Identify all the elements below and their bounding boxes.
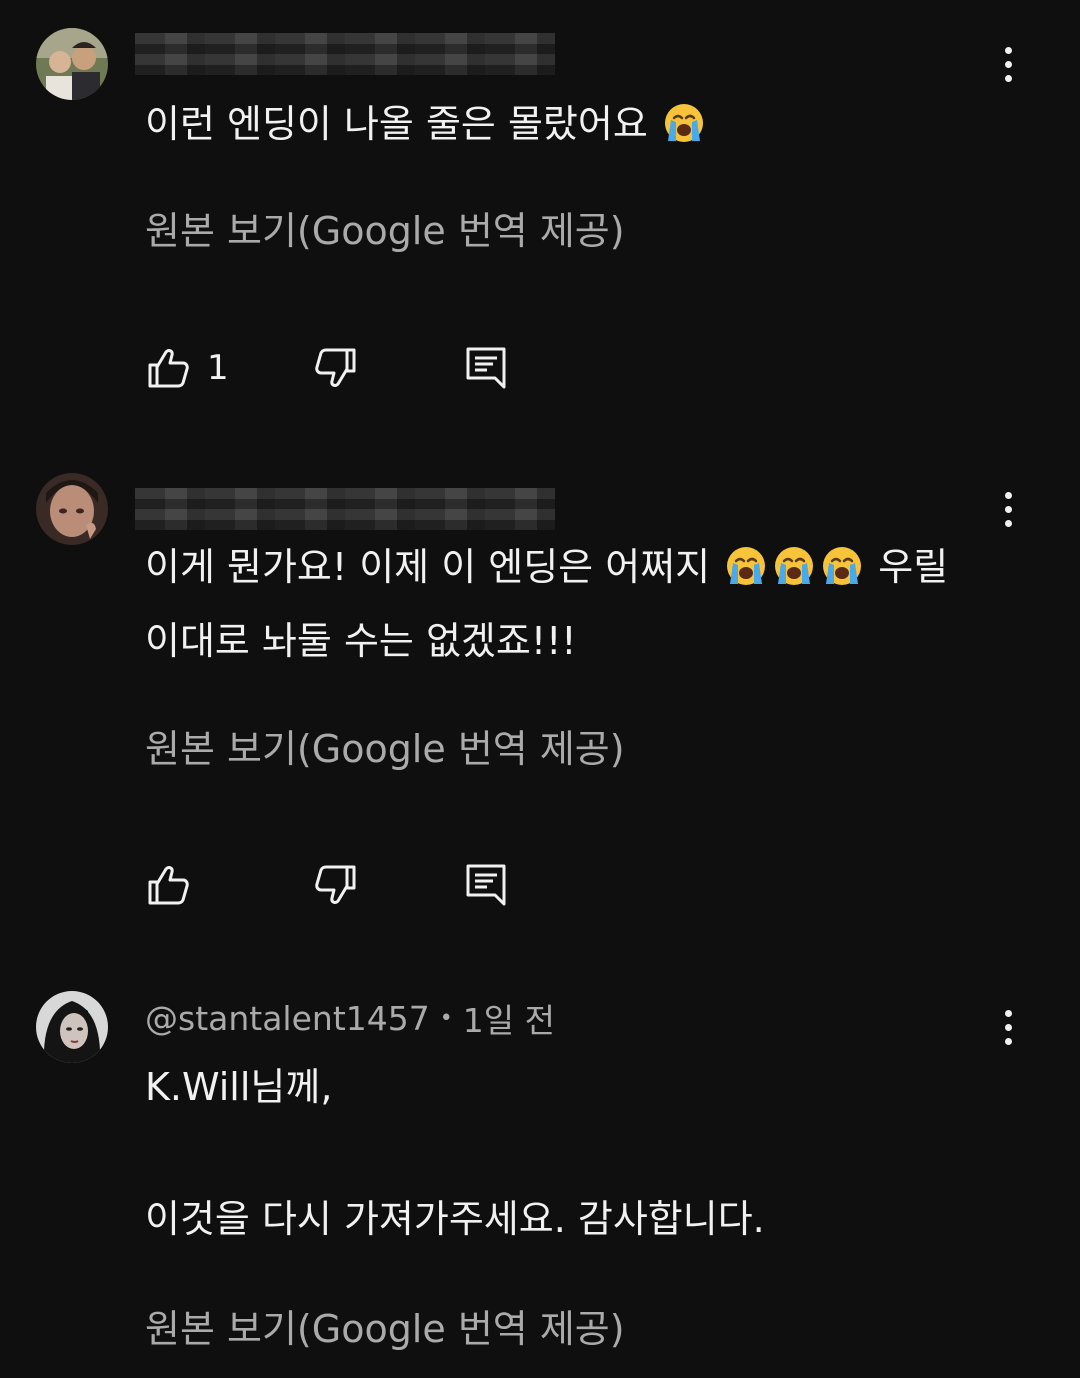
thumbs-up-icon	[145, 862, 191, 908]
avatar[interactable]	[36, 28, 108, 100]
avatar[interactable]	[36, 991, 108, 1063]
comment-text-line-1: 이게 뭔가요! 이제 이 엔딩은 어쩌지 우릴	[145, 544, 949, 589]
comment-header: @stantalent1457 • 1일 전	[145, 996, 555, 1041]
more-vertical-icon	[1004, 491, 1012, 499]
comment-text-line-1: K.Will님께,	[145, 1065, 333, 1109]
more-options-button[interactable]	[992, 485, 1024, 533]
reply-button[interactable]	[463, 861, 509, 909]
loudly-crying-face-emoji	[662, 101, 706, 145]
like-button[interactable]	[145, 861, 191, 909]
comment-text-line-2: 이것을 다시 가져가주세요. 감사합니다.	[145, 1197, 765, 1241]
comment-thread-1: 이런 엔딩이 나올 줄은 몰랐어요 원본 보기(Google 번역 제공) 1	[0, 0, 1080, 430]
comment-timestamp: 1일 전	[462, 1001, 555, 1040]
comment-actions	[145, 861, 545, 909]
avatar[interactable]	[36, 473, 108, 545]
more-options-button[interactable]	[992, 40, 1024, 88]
reply-comment-icon	[463, 345, 509, 391]
see-original-translation-link[interactable]: 원본 보기(Google 번역 제공)	[145, 718, 625, 773]
reply-comment-icon	[463, 862, 509, 908]
see-original-translation-link[interactable]: 원본 보기(Google 번역 제공)	[145, 1298, 625, 1353]
see-original-translation-link[interactable]: 원본 보기(Google 번역 제공)	[145, 200, 625, 255]
more-options-button[interactable]	[992, 1003, 1024, 1051]
comment-thread-3: @stantalent1457 • 1일 전 K.Will님께, 이것을 다시 …	[0, 960, 1080, 1378]
thumbs-down-icon	[313, 862, 359, 908]
like-button[interactable]: 1	[145, 344, 229, 392]
thumbs-down-icon	[313, 345, 359, 391]
loudly-crying-face-emoji	[820, 544, 864, 588]
comment-actions: 1	[145, 344, 545, 392]
loudly-crying-face-emoji	[724, 544, 768, 588]
thumbs-up-icon	[145, 345, 191, 391]
like-count: 1	[207, 348, 229, 388]
dislike-button[interactable]	[313, 344, 359, 392]
comment-thread-2: 이게 뭔가요! 이제 이 엔딩은 어쩌지 우릴 이대로 놔둘 수는 없겠죠!!!…	[0, 430, 1080, 960]
comment-text: 이런 엔딩이 나올 줄은 몰랐어요	[145, 87, 708, 161]
meta-separator: •	[439, 1005, 453, 1031]
author-name-redacted[interactable]	[135, 488, 555, 530]
loudly-crying-face-emoji	[772, 544, 816, 588]
comment-text-line-2: 이대로 놔둘 수는 없겠죠!!!	[145, 619, 577, 663]
more-vertical-icon	[1004, 46, 1012, 54]
author-name-redacted[interactable]	[135, 33, 555, 75]
more-vertical-icon	[1004, 1009, 1012, 1017]
dislike-button[interactable]	[313, 861, 359, 909]
reply-button[interactable]	[463, 344, 509, 392]
author-handle[interactable]: @stantalent1457	[145, 999, 430, 1038]
